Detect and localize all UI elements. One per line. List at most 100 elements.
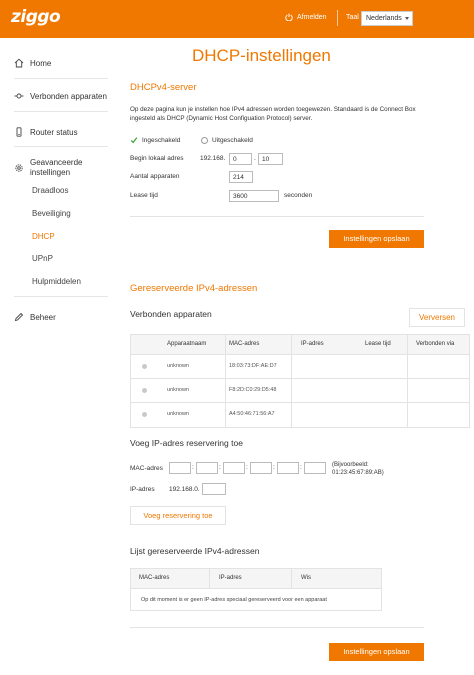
mac-octet-input[interactable] <box>223 462 245 474</box>
start-octet3-input[interactable]: 0 <box>229 153 252 165</box>
sidebar-item-label: Verbonden apparaten <box>30 91 107 101</box>
sidebar-divider <box>14 146 108 147</box>
sidebar-item-management[interactable]: Beheer <box>14 312 56 322</box>
mac-cell: A4:50:46:71:56:A7 <box>229 411 275 417</box>
column-header: MAC-adres <box>229 341 260 347</box>
dhcp-disabled-label: Uitgeschakeld <box>212 137 253 144</box>
colon-separator: : <box>300 464 302 471</box>
mac-octet-input[interactable] <box>277 462 299 474</box>
sidebar-subitem-tools[interactable]: Hulpmiddelen <box>32 277 81 286</box>
column-header: Verbonden via <box>416 341 455 347</box>
chevron-down-icon <box>405 17 409 20</box>
device-name-cell: unknown <box>167 387 190 393</box>
colon-separator: : <box>219 464 221 471</box>
mac-octet-input[interactable] <box>169 462 191 474</box>
mac-octet-input[interactable] <box>250 462 272 474</box>
column-header: Lease tijd <box>365 341 391 347</box>
sidebar-subitem-dhcp[interactable]: DHCP <box>32 232 55 241</box>
sidebar-item-advanced-settings[interactable]: Geavanceerde instellingen <box>14 158 82 178</box>
sidebar-item-label: Home <box>30 58 52 68</box>
lease-time-unit: seconden <box>284 192 313 199</box>
section-divider <box>130 627 424 628</box>
connected-devices-table: Apparaatnaam MAC-adres IP-adres Lease ti… <box>130 334 470 428</box>
power-icon <box>285 13 293 21</box>
column-header: IP-adres <box>219 575 242 581</box>
device-count-input[interactable]: 214 <box>229 171 253 183</box>
ziggo-logo[interactable]: ziggo <box>11 7 61 27</box>
table-header: MAC-adres IP-adres Wis <box>131 569 381 589</box>
device-name-cell: unknown <box>167 411 190 417</box>
language-value: Nederlands <box>366 15 402 22</box>
mac-octet-input[interactable] <box>304 462 326 474</box>
column-header: IP-adres <box>301 341 324 347</box>
mac-address-label: MAC-adres <box>130 465 163 472</box>
router-icon <box>16 127 22 137</box>
start-address-prefix: 192.168. <box>200 155 226 162</box>
check-icon <box>130 137 138 144</box>
dhcp-enabled-label: Ingeschakeld <box>142 136 181 144</box>
devices-icon <box>14 93 24 99</box>
pencil-icon <box>14 312 24 322</box>
mac-example-hint: (Bijvoorbeeld: 01:23:45:67:89:AB) <box>332 462 384 476</box>
sidebar-subitem-security[interactable]: Beveiliging <box>32 209 71 218</box>
radio-unchecked-icon <box>201 137 208 144</box>
reserved-list-title: Lijst gereserveerde IPv4-adressen <box>130 546 260 556</box>
table-row[interactable]: unknown A4:50:46:71:56:A7 <box>131 403 469 427</box>
sidebar-divider <box>14 78 108 79</box>
lease-time-input[interactable]: 3600 <box>229 190 279 202</box>
column-divider <box>209 569 210 589</box>
lease-time-label: Lease tijd <box>130 192 158 199</box>
mac-cell: F8:2D:C0:29:D5:48 <box>229 387 277 393</box>
row-select-radio[interactable] <box>142 412 147 417</box>
start-octet4-input[interactable]: 10 <box>258 153 283 165</box>
sidebar-item-home[interactable]: Home <box>14 58 51 68</box>
sidebar-item-label: Router status <box>30 127 78 137</box>
language-label: Taal <box>346 14 359 21</box>
colon-separator: : <box>273 464 275 471</box>
dhcpv4-description: Op deze pagina kun je instellen hoe IPv4… <box>130 106 416 122</box>
column-header: MAC-adres <box>139 575 170 581</box>
logout-link[interactable]: Afmelden <box>285 13 327 21</box>
start-address-label: Begin lokaal adres <box>130 155 184 162</box>
refresh-button[interactable]: Verversen <box>409 308 465 327</box>
language-select[interactable]: Nederlands <box>361 11 413 26</box>
dhcp-disabled-radio[interactable]: Uitgeschakeld <box>201 137 253 144</box>
sidebar-divider <box>14 296 108 297</box>
sidebar-divider <box>14 111 108 112</box>
sidebar-subitem-upnp[interactable]: UPnP <box>32 254 53 263</box>
save-settings-button-bottom[interactable]: Instellingen opslaan <box>329 643 424 661</box>
mac-octet-input[interactable] <box>196 462 218 474</box>
mac-cell: 18:03:73:DF:AE:D7 <box>229 363 277 369</box>
sidebar-subitem-wireless[interactable]: Draadloos <box>32 186 68 195</box>
ip-address-label: IP-adres <box>130 486 155 493</box>
dhcpv4-section-title: DHCPv4-server <box>130 82 197 93</box>
sidebar-item-label: Beheer <box>30 312 56 322</box>
save-settings-button[interactable]: Instellingen opslaan <box>329 230 424 248</box>
empty-list-message: Op dit moment is er geen IP-adres specia… <box>141 597 327 603</box>
row-select-radio[interactable] <box>142 388 147 393</box>
reserved-list-table: MAC-adres IP-adres Wis Op dit moment is … <box>130 568 382 611</box>
section-divider <box>130 216 424 217</box>
dhcp-enabled-radio[interactable]: Ingeschakeld <box>130 136 180 144</box>
ip-octet-input[interactable] <box>202 483 226 495</box>
connected-devices-title: Verbonden apparaten <box>130 309 212 319</box>
sidebar-item-label: Geavanceerde instellingen <box>30 158 83 177</box>
ip-address-prefix: 192.168.0. <box>169 486 200 493</box>
column-header: Wis <box>301 575 311 581</box>
table-row[interactable]: unknown 18:03:73:DF:AE:D7 <box>131 355 469 379</box>
logout-label: Afmelden <box>297 13 327 21</box>
row-select-radio[interactable] <box>142 364 147 369</box>
device-name-cell: unknown <box>167 363 190 369</box>
table-row[interactable]: unknown F8:2D:C0:29:D5:48 <box>131 379 469 403</box>
page-title: DHCP-instellingen <box>192 46 331 65</box>
top-bar: ziggo Afmelden Taal Nederlands <box>0 0 474 38</box>
add-reservation-button[interactable]: Voeg reservering toe <box>130 506 226 525</box>
device-count-label: Aantal apparaten <box>130 173 180 180</box>
sidebar-item-router-status[interactable]: Router status <box>14 127 78 137</box>
table-header: Apparaatnaam MAC-adres IP-adres Lease ti… <box>131 335 469 355</box>
column-header: Apparaatnaam <box>167 341 207 347</box>
column-divider <box>291 569 292 589</box>
sidebar-item-connected-devices[interactable]: Verbonden apparaten <box>14 91 107 101</box>
dot-separator: . <box>254 155 256 162</box>
add-reservation-title: Voeg IP-adres reservering toe <box>130 438 243 448</box>
